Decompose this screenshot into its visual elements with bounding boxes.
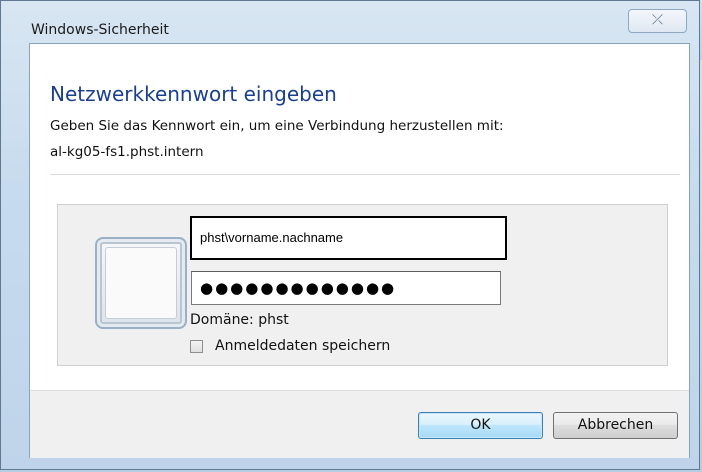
close-button[interactable]: ⤫ [628, 9, 687, 33]
button-bar: OK Abbrechen [30, 390, 689, 458]
title-bar[interactable]: Windows-Sicherheit ⤫ [1, 1, 699, 41]
cancel-button[interactable]: Abbrechen [553, 412, 678, 439]
remember-checkbox[interactable] [190, 339, 203, 353]
dialog-description: Geben Sie das Kennwort ein, um eine Verb… [50, 118, 504, 134]
credential-panel[interactable]: phst\vorname.nachname ●●●●●●●●●●●●● Domä… [57, 204, 668, 366]
user-tile-picture [105, 247, 177, 319]
divider [50, 174, 680, 175]
remember-credentials[interactable]: Anmeldedaten speichern [190, 336, 390, 356]
user-tile-icon [95, 237, 187, 329]
ok-button[interactable]: OK [418, 412, 543, 439]
screen: Windows-Sicherheit ⤫ Netzwerkkennwort ei… [0, 0, 702, 472]
domain-label: Domäne: phst [190, 312, 289, 328]
server-name: al-kg05-fs1.phst.intern [50, 144, 204, 160]
username-field[interactable]: phst\vorname.nachname [190, 216, 507, 260]
window-title: Windows-Sicherheit [31, 22, 169, 38]
dialog-heading: Netzwerkkennwort eingeben [50, 82, 337, 106]
password-mask: ●●●●●●●●●●●●● [200, 279, 397, 297]
dialog-content: Netzwerkkennwort eingeben Geben Sie das … [29, 43, 690, 458]
password-field[interactable]: ●●●●●●●●●●●●● [191, 271, 501, 305]
close-icon: ⤫ [651, 12, 664, 28]
remember-label[interactable]: Anmeldedaten speichern [215, 338, 390, 354]
security-dialog: Windows-Sicherheit ⤫ Netzwerkkennwort ei… [0, 0, 700, 470]
